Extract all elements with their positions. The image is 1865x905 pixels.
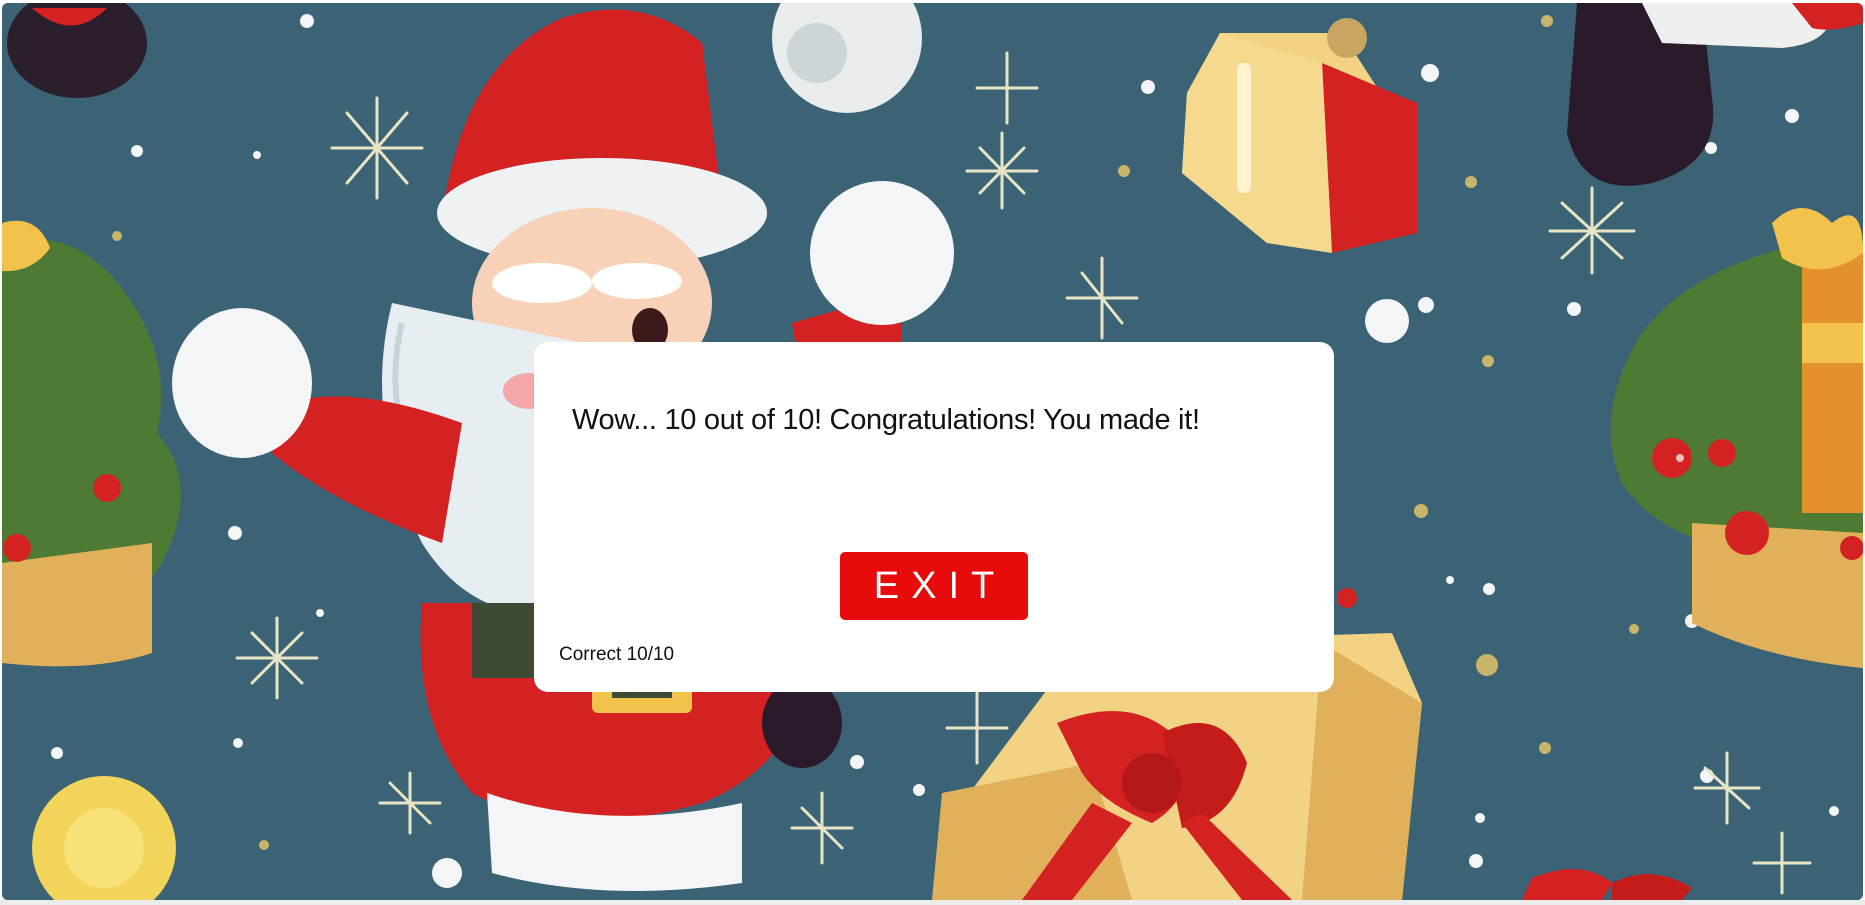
result-message: Wow... 10 out of 10! Congratulations! Yo… bbox=[572, 404, 1200, 436]
score-counter: Correct 10/10 bbox=[559, 644, 675, 665]
result-dialog: Wow... 10 out of 10! Congratulations! Yo… bbox=[534, 342, 1334, 692]
bottom-scroll-strip bbox=[0, 900, 1865, 905]
game-stage: Wow... 10 out of 10! Congratulations! Yo… bbox=[2, 3, 1863, 900]
exit-button[interactable]: EXIT bbox=[840, 552, 1028, 620]
